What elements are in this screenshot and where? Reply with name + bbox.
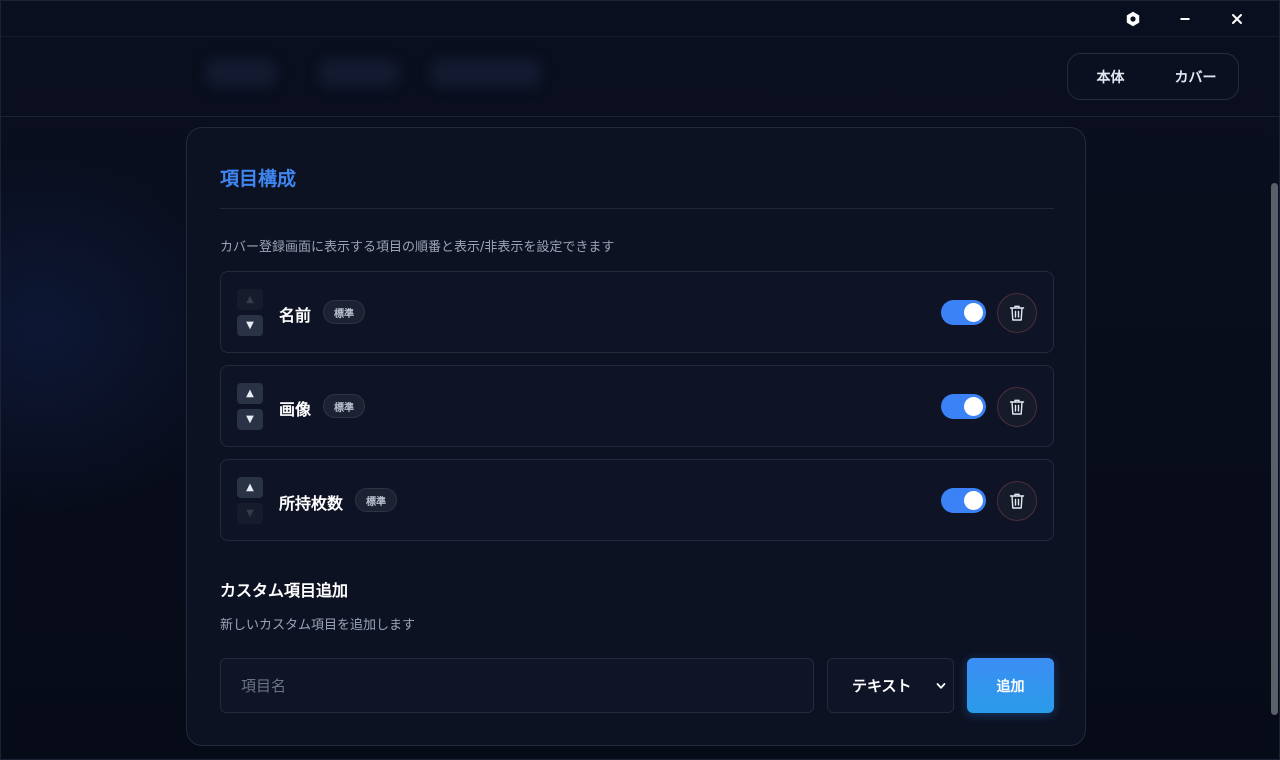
card-title: 項目構成 [220,168,297,190]
visibility-toggle[interactable] [941,300,986,325]
app-window: 本体 カバー 項目構成 カバー登録画面に表示する項目の順番と表示/非表示を設定で… [0,0,1280,760]
blurred-nav-tab [319,59,399,87]
visibility-toggle[interactable] [941,488,986,513]
scrollbar[interactable] [1271,183,1278,715]
move-down-button[interactable]: ▼ [237,315,263,336]
add-custom-field-button[interactable]: 追加 [967,658,1054,713]
move-up-button[interactable]: ▲ [237,477,263,498]
move-down-button[interactable]: ▼ [237,409,263,430]
custom-field-name-input[interactable] [220,658,814,713]
toggle-knob [964,397,983,416]
field-row: ▲ ▼ 所持枚数 標準 [220,459,1054,541]
trash-icon [1009,493,1025,509]
title-bar [1,1,1280,37]
mode-switch: 本体 カバー [1067,53,1239,100]
custom-section-title: カスタム項目追加 [220,581,349,600]
blurred-nav-tab [206,59,276,87]
trash-icon [1009,305,1025,321]
header-bar: 本体 カバー [1,37,1280,117]
delete-button[interactable] [997,387,1037,427]
close-button[interactable] [1217,5,1257,33]
mode-main-button[interactable]: 本体 [1068,67,1153,87]
field-row: ▲ ▼ 名前 標準 [220,271,1054,353]
standard-badge: 標準 [323,300,365,324]
card-description: カバー登録画面に表示する項目の順番と表示/非表示を設定できます [220,240,615,255]
custom-section-description: 新しいカスタム項目を追加します [220,618,416,633]
move-up-button[interactable]: ▲ [237,289,263,310]
chevron-down-icon [936,683,946,689]
close-icon [1232,14,1242,24]
gear-icon [1126,11,1140,27]
delete-button[interactable] [997,293,1037,333]
field-name: 所持枚数 [279,494,344,513]
minimize-button[interactable] [1165,5,1205,33]
mode-cover-button[interactable]: カバー [1153,67,1238,87]
move-down-button[interactable]: ▼ [237,503,263,524]
toggle-knob [964,491,983,510]
settings-window-button[interactable] [1113,5,1153,33]
toggle-knob [964,303,983,322]
divider [220,208,1054,209]
field-row: ▲ ▼ 画像 標準 [220,365,1054,447]
minimize-icon [1180,18,1190,20]
delete-button[interactable] [997,481,1037,521]
move-up-button[interactable]: ▲ [237,383,263,404]
field-name: 画像 [279,400,312,419]
field-name: 名前 [279,306,312,325]
visibility-toggle[interactable] [941,394,986,419]
field-type-selected: テキスト [852,677,912,695]
standard-badge: 標準 [355,488,397,512]
field-type-select[interactable]: テキスト [827,658,954,713]
field-settings-card: 項目構成 カバー登録画面に表示する項目の順番と表示/非表示を設定できます ▲ ▼… [186,127,1086,746]
standard-badge: 標準 [323,394,365,418]
blurred-nav-tab [431,59,541,87]
trash-icon [1009,399,1025,415]
